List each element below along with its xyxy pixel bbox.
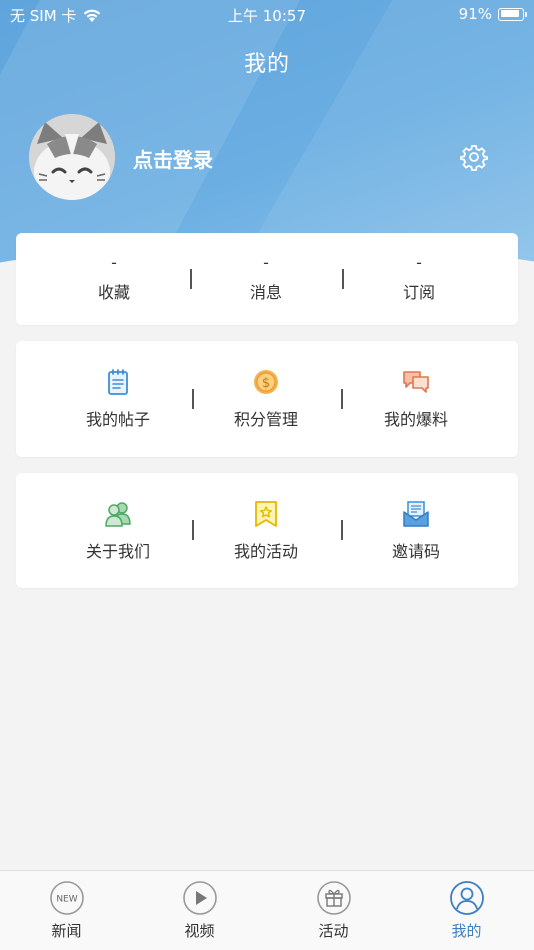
tab-label: 我的 bbox=[451, 922, 482, 940]
stat-subscriptions[interactable]: - 订阅 bbox=[344, 233, 494, 325]
tab-activities[interactable]: 活动 bbox=[267, 871, 400, 950]
user-icon bbox=[449, 881, 484, 915]
people-icon bbox=[105, 501, 131, 527]
envelope-icon bbox=[403, 500, 429, 527]
cat-avatar-icon[interactable] bbox=[29, 114, 115, 200]
menu-about-us[interactable]: 关于我们 bbox=[43, 473, 193, 588]
menu-my-activities[interactable]: 我的活动 bbox=[191, 473, 341, 588]
stat-label: 收藏 bbox=[97, 283, 130, 302]
tab-video[interactable]: 视频 bbox=[133, 871, 266, 950]
menu-label: 我的帖子 bbox=[85, 410, 150, 429]
play-icon bbox=[182, 881, 217, 915]
battery-icon bbox=[498, 7, 527, 21]
stat-value: - bbox=[416, 253, 422, 272]
chat-bubbles-icon bbox=[403, 371, 429, 393]
stat-value: - bbox=[263, 253, 269, 272]
menu-my-posts[interactable]: 我的帖子 bbox=[43, 341, 193, 457]
menu-label: 关于我们 bbox=[85, 541, 150, 561]
notepad-icon bbox=[108, 369, 128, 395]
stat-label: 消息 bbox=[249, 283, 282, 302]
gear-icon[interactable] bbox=[460, 143, 488, 171]
login-button[interactable]: 点击登录 bbox=[133, 144, 213, 173]
svg-text:NEW: NEW bbox=[56, 895, 77, 905]
battery-percent: 91% bbox=[458, 5, 492, 23]
menu-label: 我的活动 bbox=[233, 541, 298, 561]
page-title: 我的 bbox=[243, 52, 290, 77]
tab-news[interactable]: NEW 新闻 bbox=[0, 871, 133, 950]
menu-invite-code[interactable]: 邀请码 bbox=[341, 473, 491, 588]
stat-value: - bbox=[111, 253, 117, 272]
stat-messages[interactable]: - 消息 bbox=[191, 233, 341, 325]
tab-label: 活动 bbox=[318, 922, 349, 940]
menu-my-tips[interactable]: 我的爆料 bbox=[341, 341, 491, 457]
menu-label: 邀请码 bbox=[391, 541, 440, 561]
coin-icon: $ bbox=[254, 370, 278, 394]
tab-mine[interactable]: 我的 bbox=[400, 871, 533, 950]
stat-label: 订阅 bbox=[402, 283, 435, 302]
menu-points[interactable]: $ 积分管理 bbox=[191, 341, 341, 457]
menu-card: 关于我们 我的活动 邀请码 bbox=[16, 473, 518, 588]
battery-fill bbox=[500, 10, 519, 17]
stats-card: - 收藏 - 消息 - 订阅 bbox=[16, 233, 518, 325]
menu-card: 我的帖子 $ 积分管理 我的爆料 bbox=[16, 341, 518, 457]
bookmark-star-icon bbox=[255, 500, 277, 527]
tab-label: 视频 bbox=[184, 922, 215, 940]
tab-label: 新闻 bbox=[51, 922, 82, 940]
menu-label: 我的爆料 bbox=[383, 410, 448, 429]
svg-text:$: $ bbox=[262, 376, 270, 391]
menu-label: 积分管理 bbox=[233, 410, 298, 429]
status-bar: 无 SIM 卡 上午 10:57 91% bbox=[0, 0, 534, 30]
gift-icon bbox=[316, 881, 351, 915]
new-badge-icon: NEW bbox=[49, 881, 84, 915]
stat-favorites[interactable]: - 收藏 bbox=[39, 233, 189, 325]
clock: 上午 10:57 bbox=[228, 7, 306, 25]
tab-bar: NEW 新闻 视频 活动 我的 bbox=[0, 870, 534, 950]
